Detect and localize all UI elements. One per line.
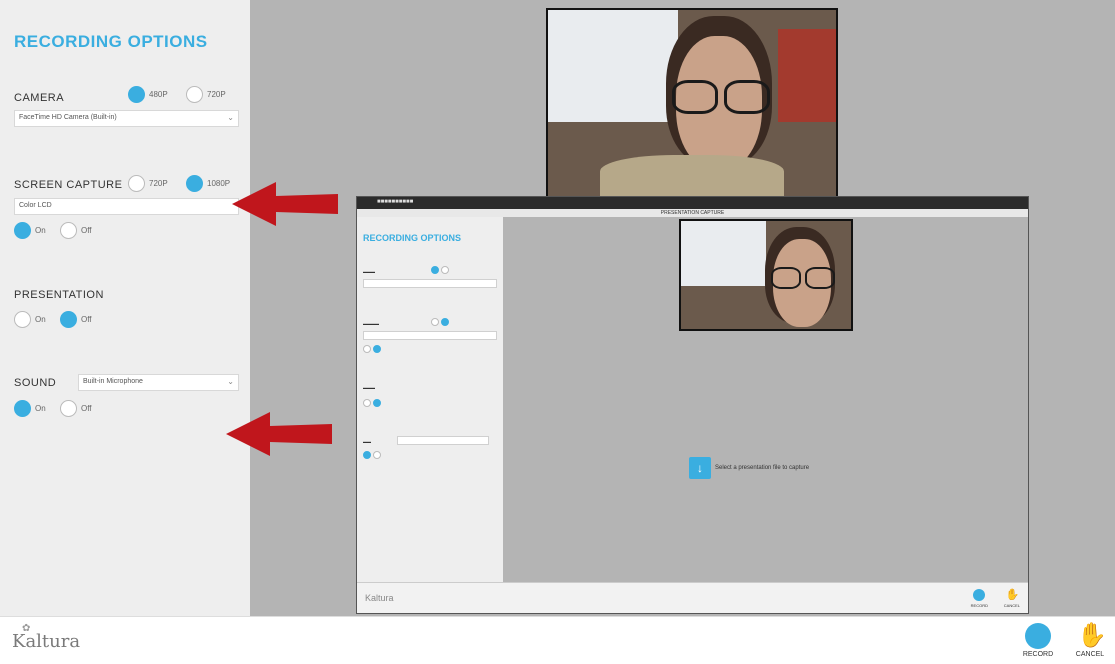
screen-device-value: Color LCD bbox=[19, 202, 52, 209]
recorder-app: RECORDING OPTIONS CAMERA 480P 720P FaceT… bbox=[0, 0, 1115, 664]
screen-capture-preview: ■■■■■■■■■■ PRESENTATION CAPTURE RECORDIN… bbox=[356, 196, 1029, 614]
inner-sound-toggle bbox=[363, 451, 381, 459]
inner-screen-toggle bbox=[363, 345, 381, 353]
chevron-down-icon: ⌄ bbox=[227, 377, 234, 386]
camera-720p-label: 720P bbox=[207, 90, 226, 99]
radio-unselected-icon bbox=[128, 175, 145, 192]
inner-sound-label: ▬▬ bbox=[363, 439, 371, 444]
screen-1080p-label: 1080P bbox=[207, 179, 231, 188]
inner-camera-preview bbox=[679, 219, 853, 331]
red-arrow-icon bbox=[232, 182, 338, 226]
sound-device-select[interactable]: Built-in Microphone ⌄ bbox=[78, 374, 239, 391]
camera-preview bbox=[546, 8, 838, 198]
camera-device-select[interactable]: FaceTime HD Camera (Built-in) ⌄ bbox=[14, 110, 239, 127]
hand-icon: ✋ bbox=[1077, 622, 1107, 649]
presentation-select-prompt[interactable]: ↓ Select a presentation file to capture bbox=[689, 457, 809, 479]
recording-options-panel: RECORDING OPTIONS CAMERA 480P 720P FaceT… bbox=[0, 0, 250, 616]
inner-screen-select bbox=[363, 331, 497, 340]
camera-720p-radio[interactable]: 720P bbox=[186, 86, 226, 103]
inner-presentation-toggle bbox=[363, 399, 381, 407]
radio-unselected-icon bbox=[60, 400, 77, 417]
inner-footer: Kaltura RECORD ✋ CANCEL bbox=[357, 582, 1028, 613]
cancel-label: CANCEL bbox=[1075, 651, 1105, 658]
screen-1080p-radio[interactable]: 1080P bbox=[186, 175, 230, 192]
record-label: RECORD bbox=[1022, 651, 1054, 658]
inner-menu-bar: ■■■■■■■■■■ bbox=[357, 197, 1028, 209]
chevron-down-icon: ⌄ bbox=[227, 113, 234, 122]
radio-selected-icon bbox=[186, 175, 203, 192]
screen-capture-label: SCREEN CAPTURE bbox=[14, 179, 123, 191]
presentation-message: Select a presentation file to capture bbox=[715, 465, 810, 471]
sound-on-label: On bbox=[35, 404, 46, 413]
kaltura-logo: Kaltura bbox=[12, 631, 81, 652]
radio-unselected-icon bbox=[60, 222, 77, 239]
presentation-off-label: Off bbox=[81, 315, 92, 324]
screen-720p-label: 720P bbox=[149, 179, 168, 188]
radio-unselected-icon bbox=[363, 345, 371, 353]
inner-camera-select bbox=[363, 279, 497, 288]
screen-on-radio[interactable]: On bbox=[14, 222, 46, 239]
record-icon bbox=[1025, 623, 1051, 649]
inner-screen-label: ▬▬▬▬ bbox=[363, 321, 379, 326]
inner-screen-radios bbox=[431, 318, 449, 326]
inner-window-title: PRESENTATION CAPTURE bbox=[357, 209, 1028, 217]
inner-camera-label: ▬▬▬ bbox=[363, 269, 375, 274]
screen-720p-radio[interactable]: 720P bbox=[128, 175, 168, 192]
document-icon: ↓ bbox=[689, 457, 711, 479]
camera-480p-label: 480P bbox=[149, 90, 168, 99]
radio-selected-icon bbox=[60, 311, 77, 328]
radio-selected-icon bbox=[128, 86, 145, 103]
presentation-label: PRESENTATION bbox=[14, 289, 104, 301]
presentation-off-radio[interactable]: Off bbox=[60, 311, 92, 328]
inner-presentation-label: ▬▬▬ bbox=[363, 385, 375, 390]
radio-selected-icon bbox=[431, 266, 439, 274]
panel-title: RECORDING OPTIONS bbox=[14, 32, 208, 51]
hand-icon: ✋ bbox=[1005, 589, 1020, 601]
cancel-button[interactable]: ✋ CANCEL bbox=[1068, 622, 1112, 659]
radio-unselected-icon bbox=[14, 311, 31, 328]
inner-logo: Kaltura bbox=[365, 593, 394, 603]
inner-record-button: RECORD bbox=[971, 589, 988, 608]
screen-on-label: On bbox=[35, 226, 46, 235]
inner-sound-select bbox=[397, 436, 489, 445]
radio-unselected-icon bbox=[186, 86, 203, 103]
presentation-on-radio[interactable]: On bbox=[14, 311, 46, 328]
radio-selected-icon bbox=[363, 451, 371, 459]
radio-unselected-icon bbox=[363, 399, 371, 407]
presentation-on-label: On bbox=[35, 315, 46, 324]
camera-480p-radio[interactable]: 480P bbox=[128, 86, 168, 103]
radio-selected-icon bbox=[14, 222, 31, 239]
radio-selected-icon bbox=[373, 399, 381, 407]
record-icon bbox=[973, 589, 986, 601]
inner-options-panel: RECORDING OPTIONS ▬▬▬ ▬▬▬▬ ▬▬▬ ▬▬ bbox=[357, 217, 503, 583]
camera-device-value: FaceTime HD Camera (Built-in) bbox=[19, 114, 117, 121]
sound-off-radio[interactable]: Off bbox=[60, 400, 92, 417]
radio-selected-icon bbox=[373, 345, 381, 353]
record-button[interactable]: RECORD bbox=[1016, 623, 1060, 658]
radio-unselected-icon bbox=[441, 266, 449, 274]
inner-camera-radios bbox=[431, 266, 449, 274]
screen-off-label: Off bbox=[81, 226, 92, 235]
radio-unselected-icon bbox=[373, 451, 381, 459]
inner-cancel-button: ✋ CANCEL bbox=[1003, 589, 1020, 608]
sound-off-label: Off bbox=[81, 404, 92, 413]
camera-label: CAMERA bbox=[14, 92, 65, 104]
footer-bar: ✿ Kaltura RECORD ✋ CANCEL bbox=[0, 616, 1115, 664]
radio-unselected-icon bbox=[431, 318, 439, 326]
radio-selected-icon bbox=[14, 400, 31, 417]
screen-off-radio[interactable]: Off bbox=[60, 222, 92, 239]
radio-selected-icon bbox=[441, 318, 449, 326]
sound-label: SOUND bbox=[14, 377, 57, 389]
red-arrow-icon bbox=[226, 412, 332, 456]
sound-device-value: Built-in Microphone bbox=[83, 378, 143, 385]
inner-panel-title: RECORDING OPTIONS bbox=[363, 233, 462, 243]
screen-device-select[interactable]: Color LCD bbox=[14, 198, 239, 215]
sound-on-radio[interactable]: On bbox=[14, 400, 46, 417]
